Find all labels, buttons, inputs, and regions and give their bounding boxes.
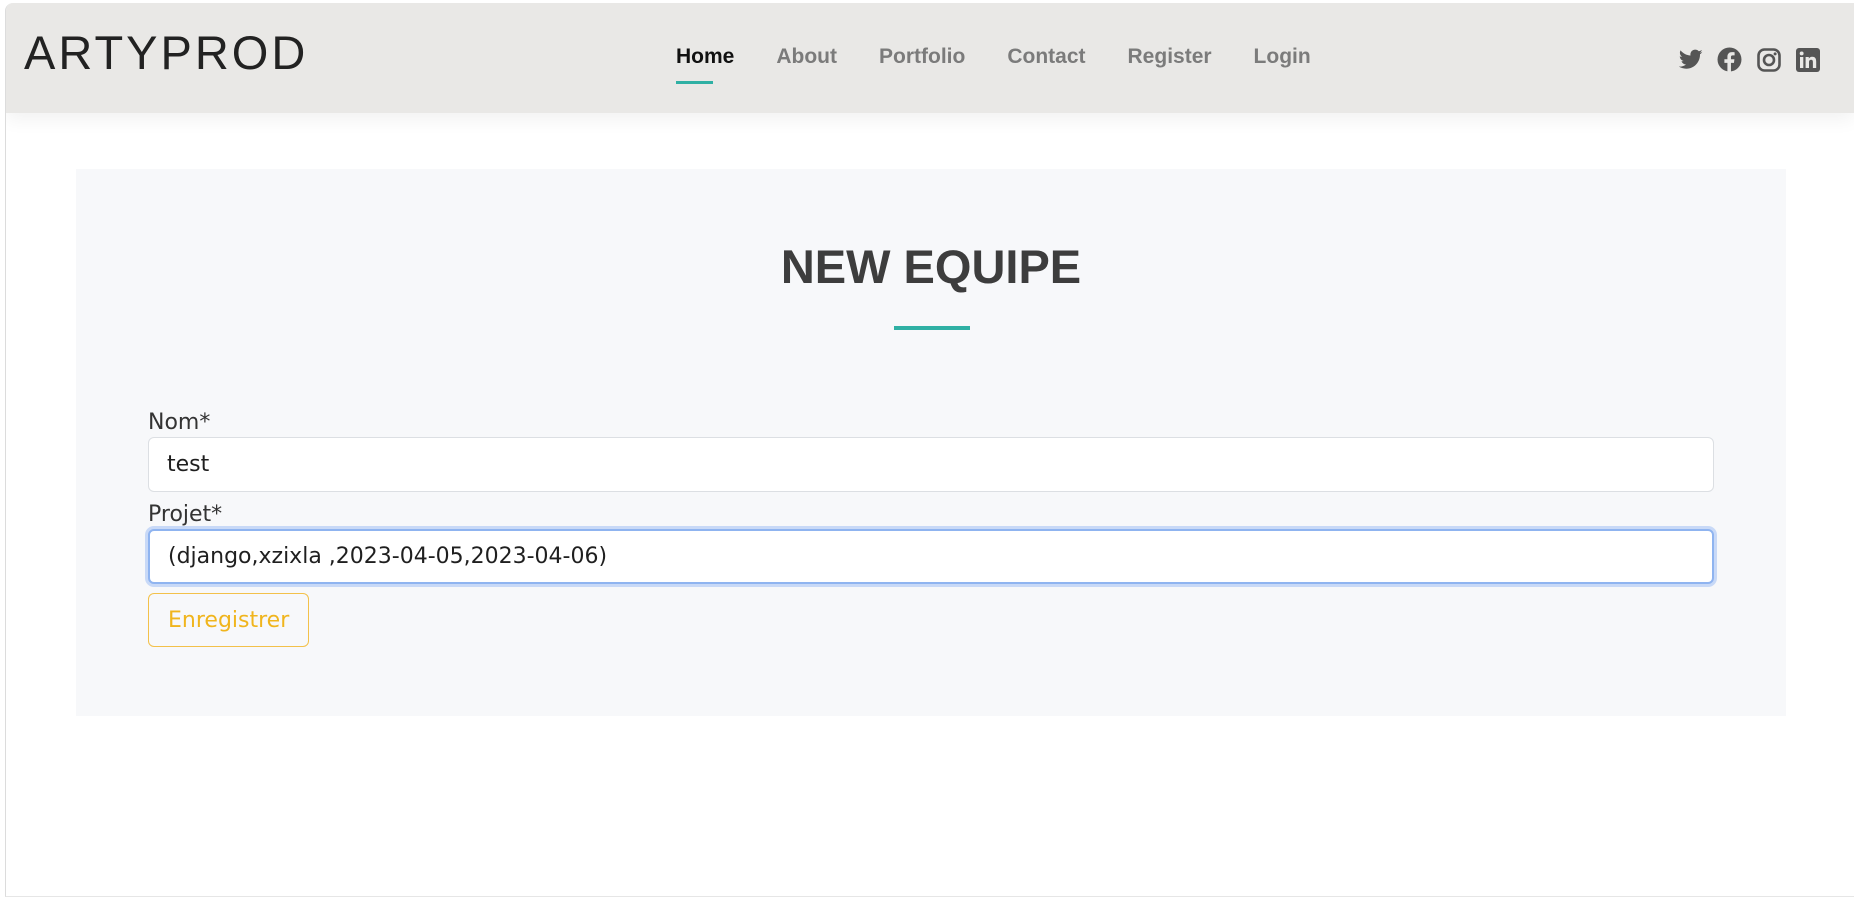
nom-input[interactable]: test [148,437,1714,492]
site-logo[interactable]: ARTYPROD [24,29,308,76]
enregistrer-button[interactable]: Enregistrer [148,593,310,647]
projet-label: Projet* [148,502,223,527]
twitter-icon[interactable] [1678,47,1703,72]
social-links [1678,47,1820,72]
browser-viewport: ARTYPROD Home About Portfolio Contact Re… [5,3,1854,897]
site-header: ARTYPROD Home About Portfolio Contact Re… [6,3,1854,113]
linkedin-icon[interactable] [1795,47,1820,72]
form-card: NEW EQUIPE Nom* test Projet* (django,xzi… [76,169,1786,716]
instagram-icon[interactable] [1756,47,1781,72]
nav-item-home[interactable]: Home [676,46,734,84]
nav-item-login[interactable]: Login [1254,46,1311,67]
projet-select[interactable]: (django,xzixla ,2023-04-05,2023-04-06) [148,529,1714,584]
main-nav: Home About Portfolio Contact Register Lo… [676,46,1353,84]
nav-item-about[interactable]: About [776,46,837,67]
facebook-icon[interactable] [1717,47,1742,72]
projet-select-value: (django,xzixla ,2023-04-05,2023-04-06) [168,544,608,569]
nav-item-contact[interactable]: Contact [1007,46,1085,67]
nav-item-portfolio[interactable]: Portfolio [879,46,965,67]
page-title: NEW EQUIPE [780,240,1082,293]
nom-input-value: test [167,452,210,477]
nav-item-register[interactable]: Register [1128,46,1212,67]
new-equipe-form: Nom* test Projet* (django,xzixla ,2023-0… [148,409,1714,647]
title-underline [894,326,970,330]
nom-label: Nom* [148,410,211,435]
